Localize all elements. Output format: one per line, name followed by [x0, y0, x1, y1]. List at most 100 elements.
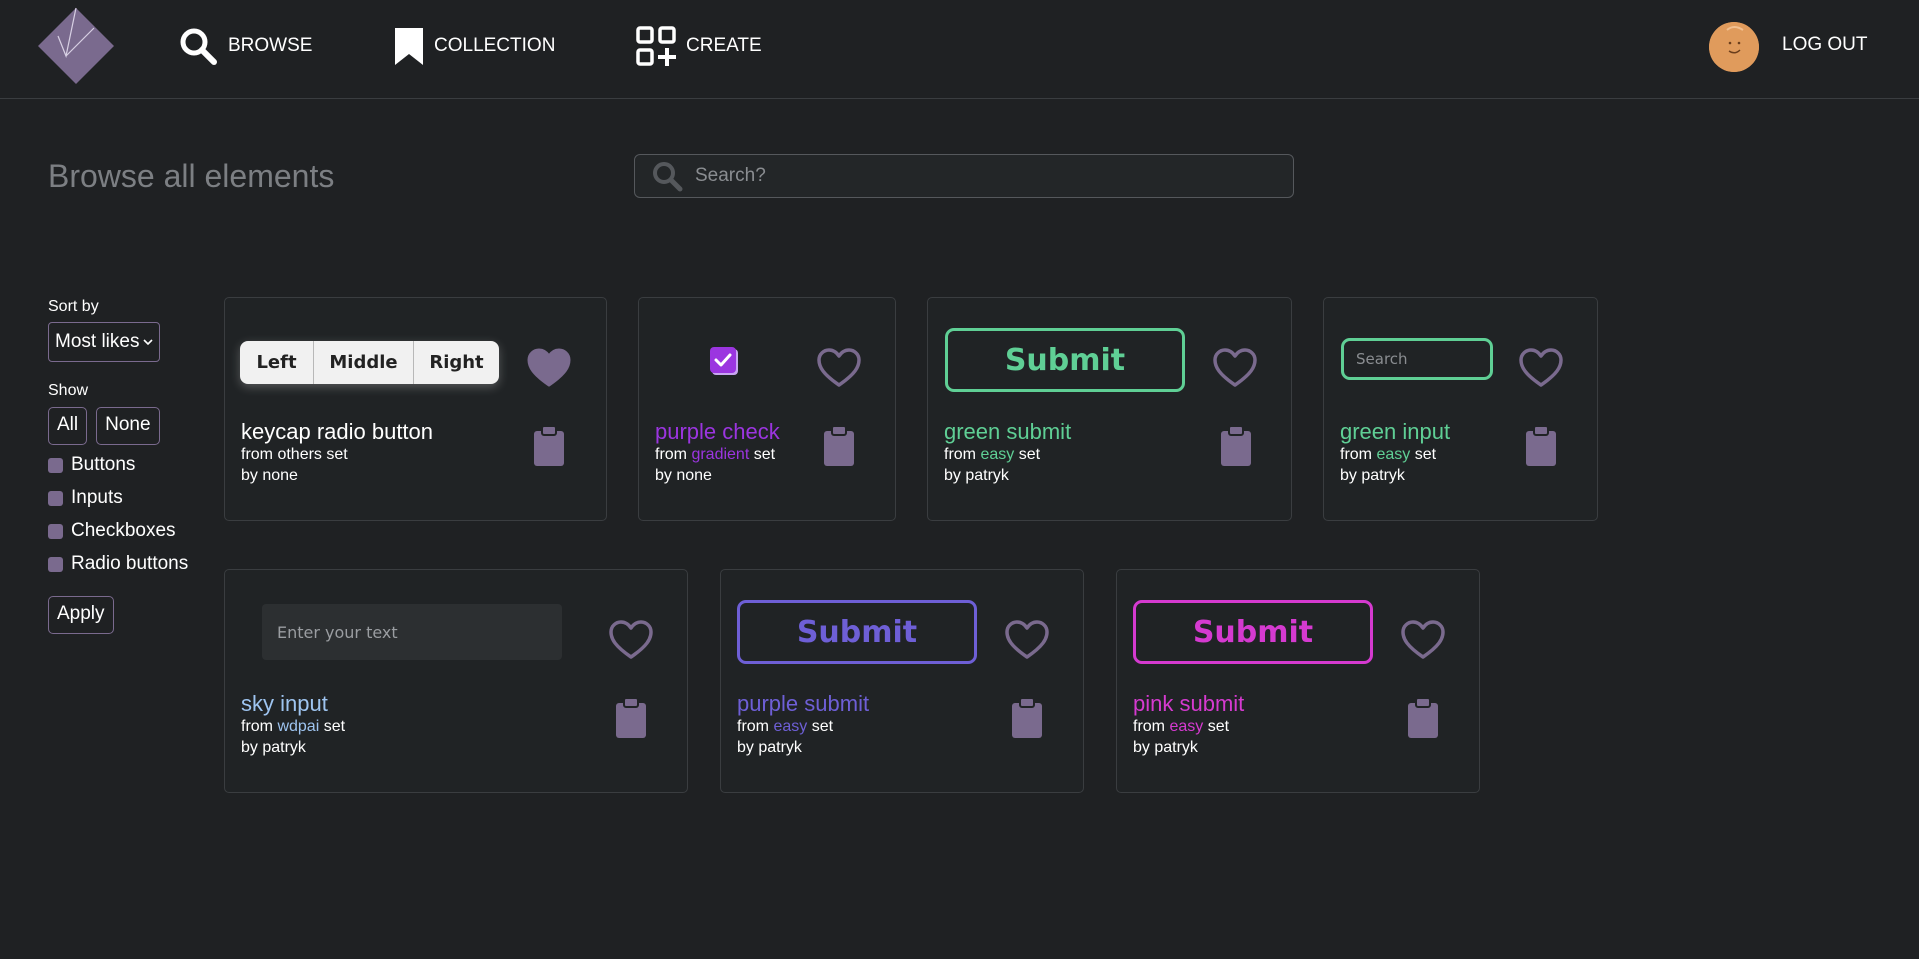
search-icon	[180, 28, 217, 65]
heart-icon[interactable]	[609, 620, 653, 660]
show-label: Show	[48, 382, 89, 399]
filter-panel: Sort by Most likes Show All None Buttons…	[48, 298, 198, 634]
submit-demo-button[interactable]: Submit	[1133, 600, 1373, 664]
set-name[interactable]: others	[277, 446, 321, 463]
set-suffix: set	[1207, 718, 1230, 735]
nav-browse[interactable]: BROWSE	[178, 26, 312, 66]
set-prefix: from	[1340, 446, 1372, 463]
sky-input-demo[interactable]: Enter your text	[262, 604, 562, 660]
set-prefix: from	[944, 446, 976, 463]
card-title: green submit	[944, 419, 1072, 444]
card-set: from gradient set	[655, 446, 775, 464]
set-suffix: set	[753, 446, 776, 463]
card-author: by patryk	[241, 739, 306, 756]
filter-radio-buttons-label: Radio buttons	[71, 553, 189, 574]
element-card: Submit green submit from easy set by pat…	[927, 297, 1292, 521]
bookmark-icon	[395, 28, 423, 65]
inputs-checkbox[interactable]	[48, 490, 63, 506]
card-title: purple check	[655, 419, 780, 444]
card-set: from easy set	[944, 446, 1040, 464]
element-card: Submit pink submit from easy set by patr…	[1116, 569, 1480, 793]
keycap-middle[interactable]: Middle	[314, 341, 414, 384]
set-suffix: set	[1018, 446, 1041, 463]
heart-icon[interactable]	[1401, 620, 1445, 660]
set-name[interactable]: gradient	[691, 446, 749, 463]
set-suffix: set	[326, 446, 348, 463]
card-author: by none	[655, 467, 712, 484]
green-input-demo[interactable]: Search	[1341, 338, 1493, 380]
heart-icon[interactable]	[527, 348, 571, 388]
heart-icon[interactable]	[1213, 348, 1257, 388]
search-input[interactable]	[695, 155, 1293, 197]
set-suffix: set	[811, 718, 834, 735]
set-name[interactable]: easy	[980, 446, 1014, 463]
sky-input-placeholder: Enter your text	[277, 622, 398, 642]
element-card: Search green input from easy set by patr…	[1323, 297, 1598, 521]
clipboard-icon[interactable]	[823, 425, 855, 467]
search-bar[interactable]	[634, 154, 1294, 198]
top-nav: BROWSE COLLECTION CREATE LOG OUT	[0, 0, 1919, 99]
keycap-left[interactable]: Left	[240, 341, 314, 384]
chevron-down-icon	[143, 339, 154, 346]
card-author: by patryk	[944, 467, 1009, 484]
keycap-radio-demo[interactable]: Left Middle Right	[240, 341, 499, 384]
card-author: by patryk	[1133, 739, 1198, 756]
card-set: from others set	[241, 446, 348, 464]
filter-inputs[interactable]: Inputs	[48, 486, 198, 510]
show-all-button[interactable]: All	[48, 407, 88, 445]
submit-demo-button[interactable]: Submit	[737, 600, 977, 664]
card-title: pink submit	[1133, 691, 1245, 716]
set-name[interactable]: easy	[1169, 718, 1203, 735]
nav-collection[interactable]: COLLECTION	[394, 26, 555, 66]
checkbox-demo[interactable]	[709, 346, 739, 376]
set-prefix: from	[737, 718, 769, 735]
nav-create[interactable]: CREATE	[636, 26, 762, 66]
card-author: by patryk	[1340, 467, 1405, 484]
clipboard-icon[interactable]	[1220, 425, 1252, 467]
set-name[interactable]: easy	[1376, 446, 1410, 463]
sort-select[interactable]: Most likes	[48, 322, 161, 362]
heart-icon[interactable]	[817, 348, 861, 388]
set-name[interactable]: wdpai	[277, 718, 319, 735]
show-none-button[interactable]: None	[96, 407, 160, 445]
element-card: Enter your text sky input from wdpai set…	[224, 569, 688, 793]
set-prefix: from	[1133, 718, 1165, 735]
card-set: from wdpai set	[241, 718, 345, 736]
avatar[interactable]	[1709, 22, 1759, 72]
clipboard-icon[interactable]	[1525, 425, 1557, 467]
card-set: from easy set	[737, 718, 833, 736]
nav-collection-label: COLLECTION	[434, 35, 556, 56]
filter-radio-buttons[interactable]: Radio buttons	[48, 552, 198, 576]
heart-icon[interactable]	[1005, 620, 1049, 660]
clipboard-icon[interactable]	[1011, 697, 1043, 739]
card-title: keycap radio button	[241, 419, 434, 444]
keycap-right[interactable]: Right	[414, 341, 499, 384]
filter-buttons[interactable]: Buttons	[48, 453, 198, 477]
set-prefix: from	[241, 446, 273, 463]
buttons-checkbox[interactable]	[48, 457, 63, 473]
submit-demo-button[interactable]: Submit	[945, 328, 1185, 392]
logo-icon[interactable]	[36, 6, 116, 84]
heart-icon[interactable]	[1519, 348, 1563, 388]
card-set: from easy set	[1133, 718, 1229, 736]
set-name[interactable]: easy	[773, 718, 807, 735]
filter-buttons-label: Buttons	[71, 454, 136, 475]
set-prefix: from	[655, 446, 687, 463]
clipboard-icon[interactable]	[1407, 697, 1439, 739]
search-icon	[653, 162, 683, 192]
nav-browse-label: BROWSE	[228, 35, 313, 56]
apply-button[interactable]: Apply	[48, 596, 114, 634]
logout-link[interactable]: LOG OUT	[1782, 34, 1868, 56]
set-prefix: from	[241, 718, 273, 735]
element-card: purple check from gradient set by none	[638, 297, 896, 521]
checkboxes-checkbox[interactable]	[48, 523, 63, 539]
nav-create-label: CREATE	[686, 35, 762, 56]
element-card: Left Middle Right keycap radio button fr…	[224, 297, 607, 521]
green-input-placeholder: Search	[1356, 350, 1408, 368]
clipboard-icon[interactable]	[615, 697, 647, 739]
radio-buttons-checkbox[interactable]	[48, 556, 63, 572]
card-title: sky input	[241, 691, 328, 716]
card-title: green input	[1340, 419, 1451, 444]
filter-checkboxes[interactable]: Checkboxes	[48, 519, 198, 543]
clipboard-icon[interactable]	[533, 425, 565, 467]
